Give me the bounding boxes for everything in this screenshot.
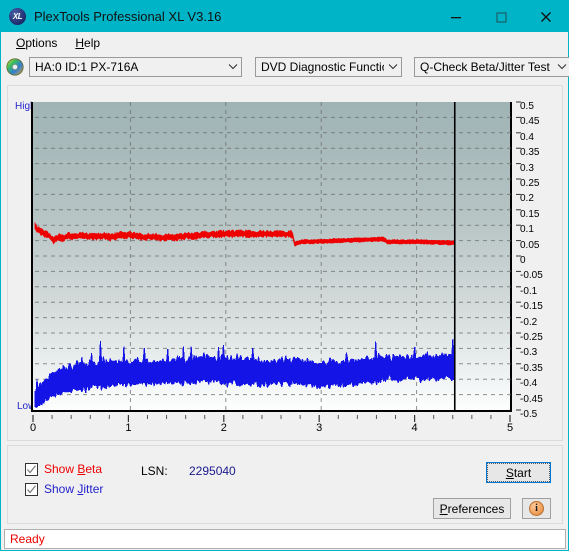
x-axis-tick-label: 0 [29,422,37,434]
y-axis-tick-label: 0.3 [520,162,534,174]
x-axis-tick-label: 1 [125,422,132,434]
test-select-value: Q-Check Beta/Jitter Test [420,59,550,74]
chart-svg [34,102,512,410]
x-axis-ticks [32,415,511,422]
minimize-button[interactable] [433,1,478,32]
disc-icon [6,57,24,76]
chevron-down-icon [224,58,241,76]
x-axis-tick-label: 5 [506,422,514,434]
y-axis-tick-label: 0.4 [520,131,534,143]
status-text: Ready [10,532,45,546]
y-axis-tick-label: 0.25 [520,178,540,189]
maximize-button[interactable] [478,1,523,32]
show-beta-label: Show Beta [44,462,103,476]
y-axis-tick-label: -0.4 [520,378,538,390]
y-axis-tick-label: -0.3 [520,347,538,359]
start-button[interactable]: Start [486,462,551,483]
chevron-down-icon [553,58,569,76]
y-axis-tick-label: -0.1 [520,285,538,297]
options-panel: Show Beta Show Jitter LSN: 2295040 Start… [7,445,563,524]
lsn-value: 2295040 [189,464,236,478]
x-axis-tick-label: 3 [316,422,323,434]
show-jitter-checkbox[interactable] [25,482,38,496]
close-icon [540,11,551,22]
function-select-value: DVD Diagnostic Functions [261,59,384,74]
x-axis-tick-label: 2 [220,422,227,434]
y-axis-tick-label: -0.35 [520,362,543,374]
plot-area [31,102,512,412]
status-bar: Ready [4,529,566,549]
show-beta-checkbox[interactable] [25,462,38,476]
y-axis-right: 0.5 0.45 0.4 0.35 0.3 0.25 0.2 0.15 0.1 0.05 0 -0.0… [516,96,560,420]
close-button[interactable] [523,1,568,32]
application-window: XL PlexTools Professional XL V3.16 Optio… [0,0,569,551]
function-select[interactable]: DVD Diagnostic Functions [255,56,402,77]
info-button[interactable]: i [522,498,551,519]
check-icon [27,484,36,493]
show-jitter-row[interactable]: Show Jitter [25,482,103,496]
plot-canvas [31,102,512,412]
toolbar: HA:0 ID:1 PX-716A DVD Diagnostic Functio… [1,53,569,80]
menu-bar: Options Help [1,32,568,53]
y-axis-tick-label: -0.05 [520,270,543,282]
y-axis-tick-label: 0.15 [520,208,540,220]
y-axis-tick-label: 0.1 [520,224,534,236]
check-icon [27,464,36,473]
title-bar: XL PlexTools Professional XL V3.16 [1,1,568,32]
info-icon: i [529,501,544,516]
show-beta-row[interactable]: Show Beta [25,462,102,476]
start-button-inner: Start [487,463,550,482]
y-axis-tick-label: -0.45 [520,393,543,405]
lsn-label: LSN: [141,464,168,478]
y-axis-ticks [516,101,521,411]
y-axis-tick-label: -0.15 [520,301,543,313]
minimize-icon [450,16,461,18]
x-axis: 0 1 2 3 4 5 [29,412,531,438]
window-title: PlexTools Professional XL V3.16 [34,9,222,24]
test-select[interactable]: Q-Check Beta/Jitter Test [414,56,569,77]
drive-select-value: HA:0 ID:1 PX-716A [35,59,139,74]
chevron-down-icon [384,58,401,76]
plextools-app-icon: XL [9,8,26,25]
y-axis-tick-label: 0.45 [520,116,540,128]
drive-select[interactable]: HA:0 ID:1 PX-716A [29,56,242,77]
chart-panel: High Low 0.5 0.45 0.4 0.35 0.3 0.25 0.2 0.15 0.1… [7,85,563,441]
y-axis-tick-label: -0.2 [520,316,538,328]
maximize-icon [495,11,507,23]
y-axis-tick-label: -0.25 [520,332,543,343]
preferences-button[interactable]: Preferences [433,498,511,519]
menu-item-options[interactable]: Options [7,34,66,52]
x-axis-tick-label: 4 [411,422,418,434]
y-axis-tick-label: 0.2 [520,193,534,205]
y-axis-tick-label: 0.5 [520,101,534,112]
show-jitter-label: Show Jitter [44,482,104,496]
menu-item-help[interactable]: Help [66,34,109,52]
y-axis-tick-label: 0.35 [520,147,540,159]
y-axis-tick-label: 0.05 [520,239,540,251]
